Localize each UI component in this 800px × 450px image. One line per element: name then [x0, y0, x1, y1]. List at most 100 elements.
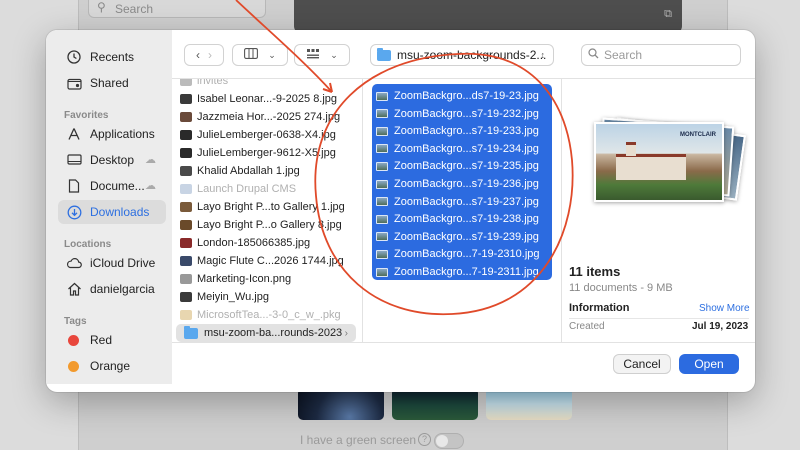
file-row[interactable]: Jazzmeia Hor...-2025 274.jpg — [172, 108, 362, 126]
selected-file-row[interactable]: ZoomBackgro...s7-19-237.jpg — [376, 193, 548, 211]
file-thumbnail-icon — [180, 274, 192, 284]
file-row[interactable]: JulieLemberger-0638-X4.jpg — [172, 126, 362, 144]
home-icon — [66, 281, 82, 297]
preview-summary: 11 documents - 9 MB — [569, 282, 673, 294]
green-screen-toggle — [434, 433, 464, 449]
file-name: ZoomBackgro...7-19-2310.jpg — [394, 248, 540, 261]
file-thumbnail-icon — [180, 79, 192, 86]
locations-header: Locations — [64, 239, 112, 250]
file-row[interactable]: MicrosoftTea...-3-0_c_w_.pkg — [172, 306, 362, 324]
file-name: ZoomBackgro...s7-19-237.jpg — [394, 195, 539, 208]
sidebar: Recents Shared Favorites Applications De… — [46, 30, 172, 384]
image-file-icon — [376, 267, 388, 277]
file-row[interactable]: Isabel Leonar...-9-2025 8.jpg — [172, 90, 362, 108]
image-file-icon — [376, 197, 388, 207]
search-input[interactable]: Search — [581, 44, 741, 66]
group-by-button[interactable]: ⌄ — [294, 44, 350, 66]
sidebar-item-label: Docume... — [90, 179, 145, 193]
file-row[interactable]: Launch Drupal CMS — [172, 180, 362, 198]
file-thumbnail-icon — [180, 166, 192, 176]
file-thumbnail-icon — [180, 184, 192, 194]
file-name: Meiyin_Wu.jpg — [197, 291, 269, 303]
sidebar-item-recents[interactable]: Recents — [58, 45, 166, 69]
shared-folder-icon — [66, 75, 82, 91]
folder-row[interactable]: msu-zoom-ba...rounds-2023 › — [176, 324, 356, 342]
file-name: Layo Bright P...o Gallery 8.jpg — [197, 219, 342, 231]
selected-file-row[interactable]: ZoomBackgro...s7-19-235.jpg — [376, 157, 548, 175]
file-row[interactable]: invites — [172, 79, 362, 90]
sidebar-item-applications[interactable]: Applications — [58, 122, 166, 146]
file-name: invites — [197, 79, 229, 87]
selected-files-list[interactable]: ZoomBackgro...ds7-19-23.jpg ZoomBackgro..… — [372, 84, 552, 280]
image-file-icon — [376, 179, 388, 189]
up-down-chevron-icon: ↕ — [540, 50, 546, 60]
file-name: MicrosoftTea...-3-0_c_w_.pkg — [197, 309, 341, 321]
file-thumbnail-icon — [180, 202, 192, 212]
selected-file-row[interactable]: ZoomBackgro...7-19-2310.jpg — [376, 245, 548, 263]
sidebar-item-documents[interactable]: Docume... ☁ — [58, 174, 166, 198]
columns-view-icon — [244, 48, 259, 62]
campus-tower-shape — [626, 142, 636, 156]
file-row[interactable]: Marketing-Icon.png — [172, 270, 362, 288]
chevron-right-icon: › — [344, 327, 348, 339]
image-file-icon — [376, 91, 388, 101]
file-name: Magic Flute C...2026 1744.jpg — [197, 255, 344, 267]
file-thumbnail-icon — [180, 310, 192, 320]
tags-header: Tags — [64, 316, 87, 327]
file-name: Jazzmeia Hor...-2025 274.jpg — [197, 111, 341, 123]
sidebar-item-tag-orange[interactable]: Orange — [58, 354, 166, 378]
selected-file-row[interactable]: ZoomBackgro...ds7-19-23.jpg — [376, 87, 548, 105]
file-row[interactable]: JulieLemberger-9612-X5.jpg — [172, 144, 362, 162]
sidebar-item-label: danielgarcia — [90, 282, 155, 296]
chevron-right-icon[interactable]: › — [208, 48, 212, 62]
red-tag-dot — [68, 334, 79, 346]
path-popup[interactable]: msu-zoom-backgrounds-2... ↕ — [370, 44, 554, 66]
file-name: ZoomBackgro...s7-19-239.jpg — [394, 230, 539, 243]
open-file-dialog: Recents Shared Favorites Applications De… — [46, 30, 755, 392]
file-row[interactable]: Magic Flute C...2026 1744.jpg — [172, 252, 362, 270]
sidebar-item-shared[interactable]: Shared — [58, 71, 166, 95]
sidebar-item-icloud-drive[interactable]: iCloud Drive — [58, 251, 166, 275]
sidebar-item-desktop[interactable]: Desktop ☁ — [58, 148, 166, 172]
sidebar-item-label: Desktop — [90, 153, 135, 167]
selected-file-row[interactable]: ZoomBackgro...7-19-2311.jpg — [376, 263, 548, 281]
column-divider[interactable] — [561, 79, 562, 342]
selected-file-row[interactable]: ZoomBackgro...s7-19-236.jpg — [376, 175, 548, 193]
selected-file-row[interactable]: ZoomBackgro...s7-19-234.jpg — [376, 140, 548, 158]
file-row[interactable]: Layo Bright P...to Gallery 1.jpg — [172, 198, 362, 216]
back-forward-buttons[interactable]: ‹ › — [184, 44, 224, 66]
grid-icon — [306, 48, 320, 62]
help-icon: ? — [418, 433, 431, 446]
selected-file-row[interactable]: ZoomBackgro...s7-19-239.jpg — [376, 228, 548, 246]
file-row[interactable]: Meiyin_Wu.jpg — [172, 288, 362, 306]
image-file-icon — [376, 109, 388, 119]
downloads-column[interactable]: invites Isabel Leonar...-9-2025 8.jpg Jazz… — [172, 79, 362, 342]
selected-file-row[interactable]: ZoomBackgro...s7-19-233.jpg — [376, 122, 548, 140]
background-search-field: ⚲ Search — [88, 0, 266, 18]
preview-image-stack: MONTCLAIR — [590, 116, 752, 208]
selected-file-row[interactable]: ZoomBackgro...s7-19-238.jpg — [376, 210, 548, 228]
created-label: Created — [569, 321, 605, 332]
open-button[interactable]: Open — [679, 354, 739, 374]
column-divider[interactable] — [362, 79, 363, 342]
applications-icon — [66, 126, 82, 142]
campus-building-shape — [616, 154, 686, 180]
sidebar-item-label: Shared — [90, 76, 129, 90]
orange-tag-dot — [68, 360, 79, 372]
file-row[interactable]: Layo Bright P...o Gallery 8.jpg — [172, 216, 362, 234]
cancel-button[interactable]: Cancel — [613, 354, 671, 374]
selected-file-row[interactable]: ZoomBackgro...s7-19-232.jpg — [376, 105, 548, 123]
background-thumbnail-aurora — [392, 388, 478, 420]
sidebar-item-home[interactable]: danielgarcia — [58, 277, 166, 301]
file-row[interactable]: Khalid Abdallah 1.jpg — [172, 162, 362, 180]
file-name: JulieLemberger-0638-X4.jpg — [197, 129, 336, 141]
image-file-icon — [376, 214, 388, 224]
file-thumbnail-icon — [180, 220, 192, 230]
show-more-link[interactable]: Show More — [699, 303, 750, 314]
file-row[interactable]: London-185066385.jpg — [172, 234, 362, 252]
sidebar-item-label: Orange — [90, 359, 131, 373]
chevron-left-icon[interactable]: ‹ — [196, 48, 200, 62]
sidebar-item-tag-red[interactable]: Red — [58, 328, 166, 352]
sidebar-item-downloads[interactable]: Downloads — [58, 200, 166, 224]
view-mode-button[interactable]: ⌄ — [232, 44, 288, 66]
